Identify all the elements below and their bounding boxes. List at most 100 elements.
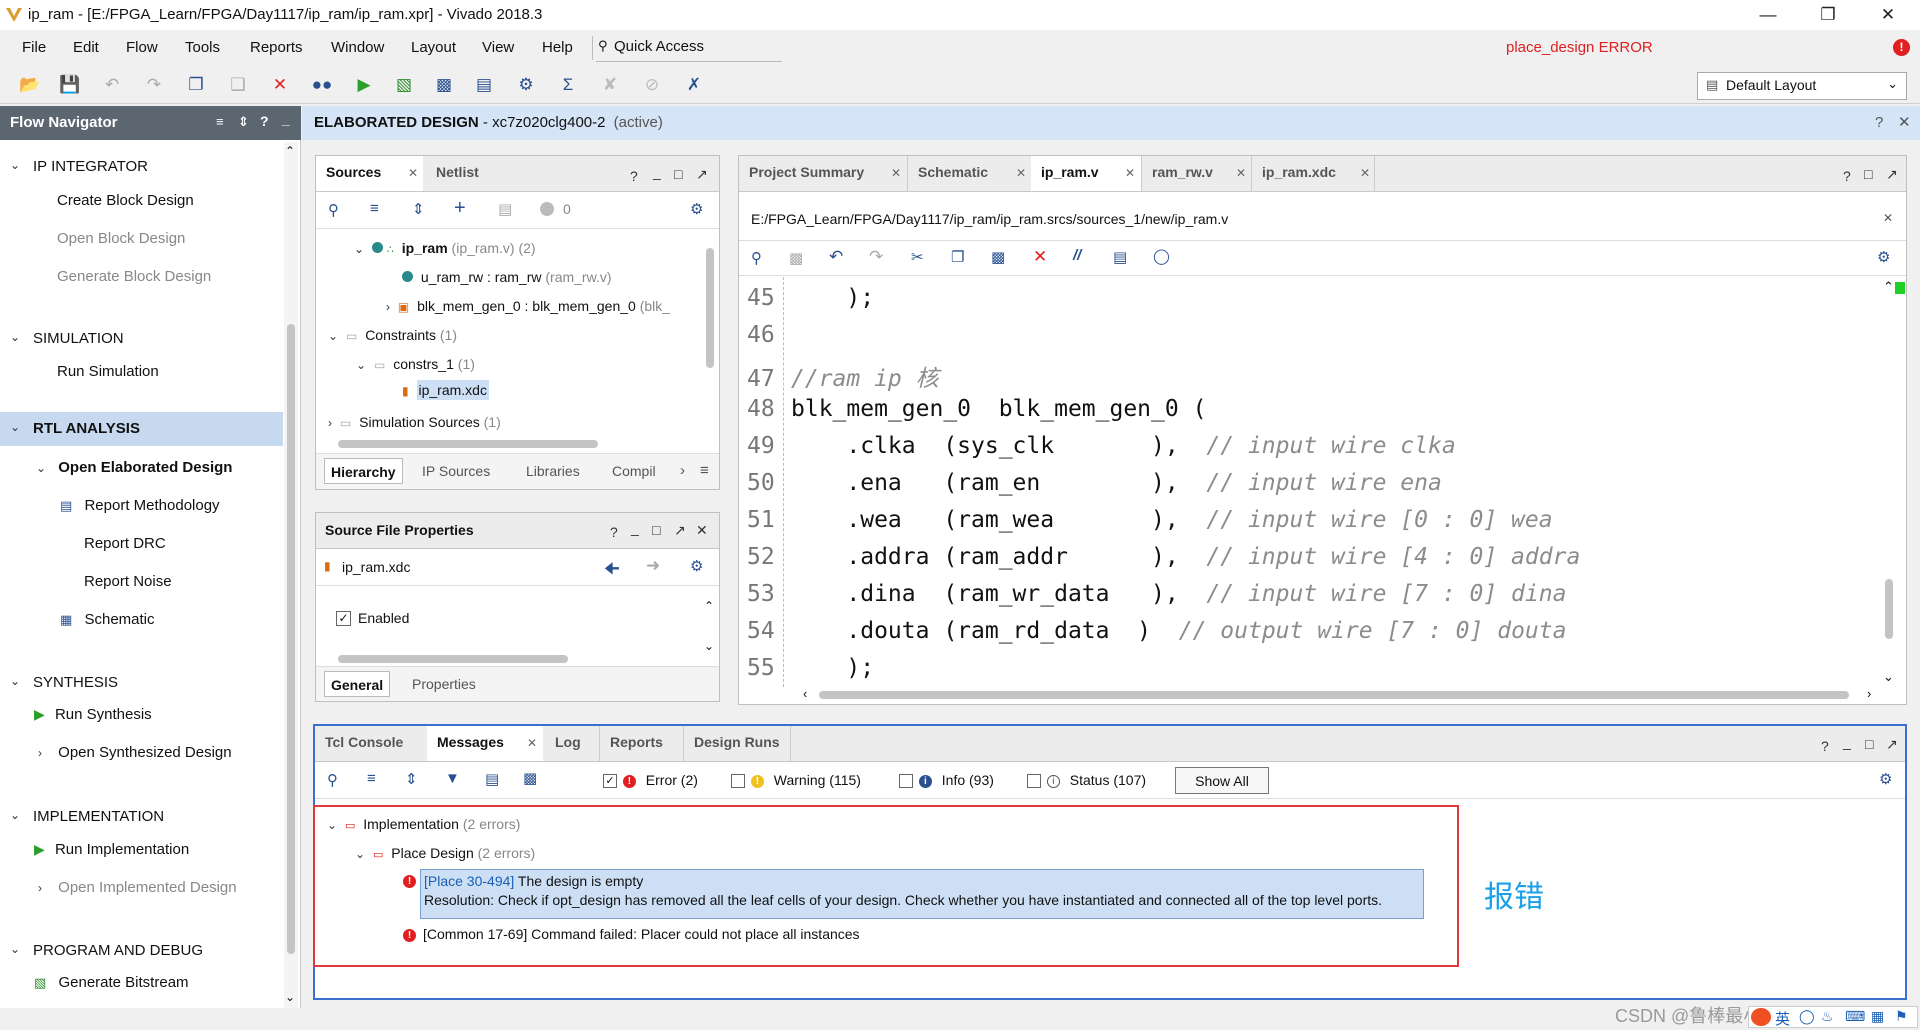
nav-create-block-design[interactable]: Create Block Design [57, 192, 194, 209]
sigma-icon[interactable]: Σ [556, 73, 580, 97]
maximize-icon[interactable]: □ [674, 166, 682, 182]
tab-schematic[interactable]: Schematic ✕ [907, 156, 1031, 191]
close-icon[interactable]: ✕ [1898, 113, 1911, 131]
tab-netlist[interactable]: Netlist [426, 156, 489, 191]
close-icon[interactable]: ✕ [696, 522, 708, 539]
source-tree-hscroll[interactable] [324, 438, 704, 450]
tree-row-ip-ram-xdc[interactable]: ▮ ip_ram.xdc [402, 380, 489, 400]
tree-row-u-ram-rw[interactable]: u_ram_rw : ram_rw (ram_rw.v) [402, 269, 612, 285]
back-arrow-icon[interactable]: 🠈 [604, 556, 620, 585]
tab-messages[interactable]: Messages ✕ [427, 726, 543, 761]
template-icon[interactable]: ▤ [1113, 248, 1127, 266]
chevron-right-icon[interactable]: › [680, 462, 685, 479]
menu-tools[interactable]: Tools [185, 39, 220, 56]
tab-reports[interactable]: Reports [599, 726, 673, 761]
section-ip-integrator[interactable]: ⌄ IP INTEGRATOR [0, 154, 283, 180]
nav-open-elaborated-design[interactable]: ⌄ Open Elaborated Design [36, 459, 232, 476]
maximize-icon[interactable]: □ [1864, 166, 1872, 182]
gear-icon[interactable]: ⚙ [1877, 248, 1890, 266]
warning-checkbox[interactable] [731, 774, 745, 789]
nav-open-implemented-design[interactable]: › Open Implemented Design [38, 879, 237, 896]
code-vscroll[interactable]: ⌃ ⌄ [1881, 277, 1897, 692]
close-icon[interactable]: ✕ [1360, 166, 1370, 180]
tree-row-constraints[interactable]: ⌄ ▭ Constraints (1) [328, 327, 457, 343]
gear-icon[interactable]: ⚙ [690, 200, 703, 218]
program-icon[interactable]: ▩ [432, 73, 456, 97]
status-checkbox[interactable] [1027, 774, 1041, 789]
tab-libraries[interactable]: Libraries [526, 463, 580, 479]
nav-run-implementation[interactable]: ▶ Run Implementation [34, 841, 189, 858]
delete-icon[interactable]: ✕ [1033, 247, 1047, 267]
disabled-tool-2-icon[interactable]: ⊘ [640, 73, 664, 97]
nav-run-simulation[interactable]: Run Simulation [57, 363, 159, 380]
tab-log[interactable]: Log [545, 726, 591, 761]
scroll-up-icon[interactable]: ⌃ [1883, 279, 1894, 295]
float-icon[interactable]: ↗ [1886, 166, 1898, 183]
restore-button[interactable]: ❐ [1800, 0, 1856, 30]
tree-row-simulation-sources[interactable]: › ▭ Simulation Sources (1) [328, 414, 501, 430]
code-line[interactable]: 49 .clka (sys_clk ), // input wire clka [739, 433, 1456, 459]
trash-icon[interactable]: ▩ [523, 769, 537, 787]
show-all-button[interactable]: Show All [1175, 767, 1269, 794]
props-vscroll[interactable]: ⌃ ⌄ [704, 599, 716, 659]
group-icon[interactable]: ▤ [485, 770, 499, 788]
tab-compile-order[interactable]: Compil [612, 463, 656, 479]
filter-info[interactable]: i Info (93) [899, 772, 994, 789]
tab-hierarchy[interactable]: Hierarchy [324, 458, 403, 484]
gear-icon[interactable]: ⚙ [514, 73, 538, 97]
code-line[interactable]: 45 ); [739, 285, 874, 311]
binoculars-icon[interactable]: ●● [310, 73, 334, 97]
expand-all-icon[interactable]: ⇕ [238, 114, 249, 130]
menu-layout[interactable]: Layout [411, 39, 456, 56]
scroll-thumb[interactable] [819, 691, 1849, 699]
tab-sources[interactable]: Sources ✕ [316, 156, 423, 191]
comment-icon[interactable]: // [1073, 247, 1081, 264]
menu-view[interactable]: View [482, 39, 514, 56]
code-line[interactable]: 48 blk_mem_gen_0 blk_mem_gen_0 ( [739, 396, 1206, 422]
maximize-icon[interactable]: □ [1865, 736, 1873, 752]
scroll-up-icon[interactable]: ⌃ [285, 144, 295, 158]
menu-edit[interactable]: Edit [73, 39, 99, 56]
minimize-panel-icon[interactable]: _ [1843, 734, 1851, 750]
report-icon[interactable]: ▤ [472, 73, 496, 97]
section-implementation[interactable]: ⌄ IMPLEMENTATION [0, 804, 283, 830]
flow-navigator-scrollbar[interactable]: ⌃ ⌄ [284, 142, 298, 1008]
help-icon[interactable]: ? [630, 168, 638, 184]
close-icon[interactable]: ✕ [527, 736, 537, 750]
menu-file[interactable]: File [22, 39, 46, 56]
add-icon[interactable]: + [454, 197, 466, 220]
menu-reports[interactable]: Reports [250, 39, 303, 56]
help-icon[interactable]: ? [1843, 168, 1851, 184]
redo-icon[interactable]: ↷ [142, 73, 166, 97]
expand-all-icon[interactable]: ⇕ [405, 770, 418, 788]
copy-icon[interactable]: ❐ [951, 248, 964, 266]
minimize-panel-icon[interactable]: _ [631, 520, 639, 536]
punctuation-icon[interactable]: ◯ [1799, 1008, 1815, 1025]
tab-ip-ram-v[interactable]: ip_ram.v ✕ [1031, 156, 1141, 191]
disabled-tool-icon[interactable]: ✘ [598, 73, 622, 97]
filter-warning[interactable]: ! Warning (115) [731, 772, 861, 789]
menu-help[interactable]: Help [542, 39, 573, 56]
paste-icon[interactable]: ▩ [991, 248, 1005, 266]
properties-icon[interactable]: ▤ [498, 200, 512, 218]
scroll-down-icon[interactable]: ⌄ [704, 639, 714, 653]
apps-icon[interactable]: ▦ [1871, 1008, 1884, 1025]
scroll-thumb[interactable] [287, 324, 295, 954]
menu-window[interactable]: Window [331, 39, 384, 56]
quick-access-input[interactable]: ⚲ Quick Access [596, 34, 782, 62]
code-line[interactable]: 54 .douta (ram_rd_data ) // output wire … [739, 618, 1566, 644]
close-icon[interactable]: ✕ [1883, 211, 1893, 225]
gear-icon[interactable]: ⚙ [1879, 770, 1892, 788]
code-area[interactable]: 45 ); 46 47 //ram ip 核 48 blk_mem_gen_0 blk_m… [739, 277, 1879, 687]
save-icon[interactable]: ▩ [789, 249, 803, 267]
scroll-thumb[interactable] [1885, 579, 1893, 639]
lightbulb-icon[interactable]: ◯ [1153, 247, 1170, 265]
help-icon[interactable]: ? [260, 113, 269, 129]
scroll-thumb[interactable] [706, 248, 714, 368]
cut-icon[interactable]: ✂ [911, 248, 924, 266]
filter-error[interactable]: ✓ ! Error (2) [603, 772, 698, 789]
tab-ip-sources[interactable]: IP Sources [422, 463, 490, 479]
section-rtl-analysis[interactable]: ⌄ RTL ANALYSIS [0, 412, 283, 446]
run-icon[interactable]: ▶ [352, 73, 376, 97]
close-window-button[interactable]: ✕ [1860, 0, 1916, 30]
